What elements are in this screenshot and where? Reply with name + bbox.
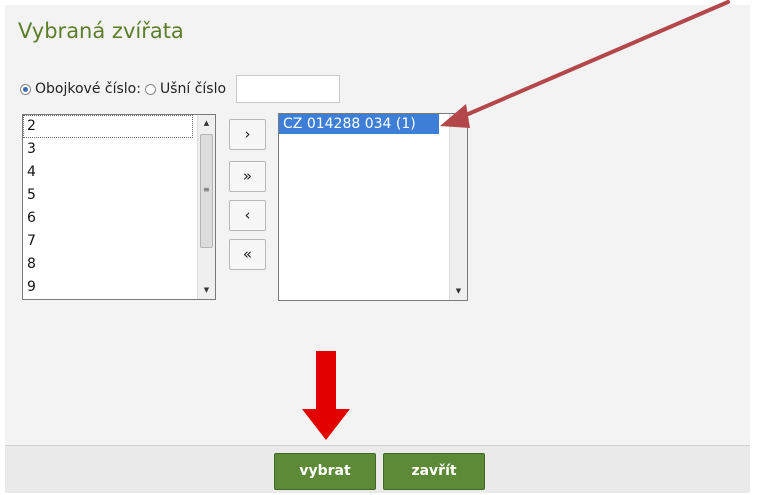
- add-all-button[interactable]: »: [229, 161, 266, 192]
- selected-animals-list[interactable]: CZ 014288 034 (1) ▼: [278, 113, 468, 301]
- filter-row: Obojkové číslo: Ušní číslo: [20, 75, 341, 103]
- list-item[interactable]: 3: [23, 138, 215, 161]
- available-list-scrollbar[interactable]: ▲ ≡ ▼: [197, 115, 215, 299]
- dialog-title: Vybraná zvířata: [18, 19, 184, 43]
- scroll-thumb[interactable]: ≡: [200, 134, 213, 248]
- list-item[interactable]: 6: [23, 207, 215, 230]
- list-item[interactable]: 2: [23, 115, 193, 138]
- dialog-footer: [5, 445, 750, 493]
- scroll-up-icon[interactable]: ▲: [198, 115, 215, 132]
- selected-list-scrollbar[interactable]: ▼: [449, 114, 467, 300]
- scroll-down-icon[interactable]: ▼: [198, 282, 215, 299]
- ear-number-label: Ušní číslo: [159, 81, 227, 97]
- list-item[interactable]: 8: [23, 253, 215, 276]
- remove-one-button[interactable]: ‹: [229, 200, 266, 231]
- available-animals-list[interactable]: 2 3 4 5 6 7 8 9 ▲ ≡ ▼: [22, 114, 216, 300]
- close-button[interactable]: zavřít: [383, 453, 485, 490]
- grip-icon: ≡: [203, 185, 210, 194]
- animal-selection-dialog: Vybraná zvířata Obojkové číslo: Ušní čís…: [5, 5, 750, 493]
- number-input[interactable]: [236, 75, 341, 103]
- list-item[interactable]: CZ 014288 034 (1): [279, 114, 439, 134]
- list-item[interactable]: 4: [23, 161, 215, 184]
- list-item[interactable]: 5: [23, 184, 215, 207]
- select-button[interactable]: vybrat: [274, 453, 376, 490]
- collar-number-radio[interactable]: [20, 83, 31, 95]
- list-item[interactable]: 9: [23, 276, 215, 299]
- ear-number-radio[interactable]: [144, 83, 156, 95]
- add-one-button[interactable]: ›: [229, 119, 266, 150]
- scroll-down-icon[interactable]: ▼: [450, 283, 467, 300]
- collar-number-label: Obojkové číslo:: [35, 81, 141, 97]
- remove-all-button[interactable]: «: [229, 239, 266, 270]
- list-item[interactable]: 7: [23, 230, 215, 253]
